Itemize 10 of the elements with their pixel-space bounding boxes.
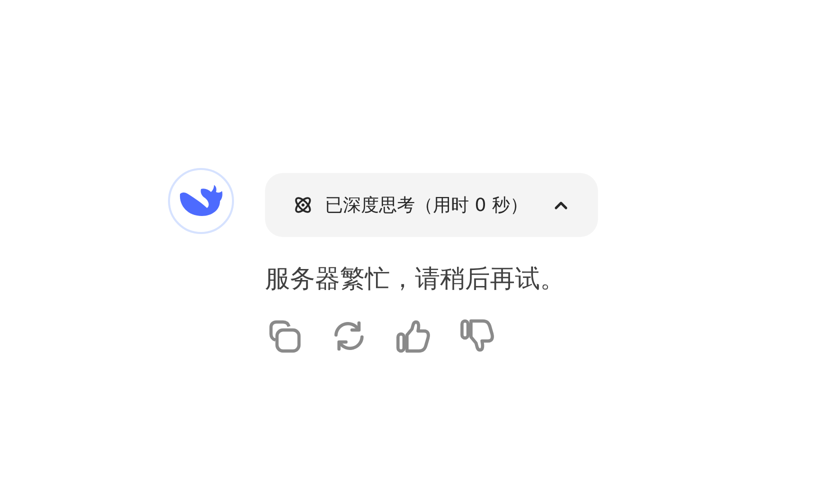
copy-button[interactable] bbox=[267, 318, 303, 354]
thinking-toggle[interactable]: 已深度思考（用时 0 秒） bbox=[265, 173, 598, 237]
atom-icon bbox=[293, 195, 313, 215]
copy-icon bbox=[267, 318, 303, 354]
whale-icon bbox=[178, 184, 224, 218]
thumbs-down-icon bbox=[459, 318, 495, 354]
dislike-button[interactable] bbox=[459, 318, 495, 354]
reply-text: 服务器繁忙，请稍后再试。 bbox=[265, 263, 565, 295]
like-button[interactable] bbox=[395, 318, 431, 354]
thumbs-up-icon bbox=[395, 318, 431, 354]
